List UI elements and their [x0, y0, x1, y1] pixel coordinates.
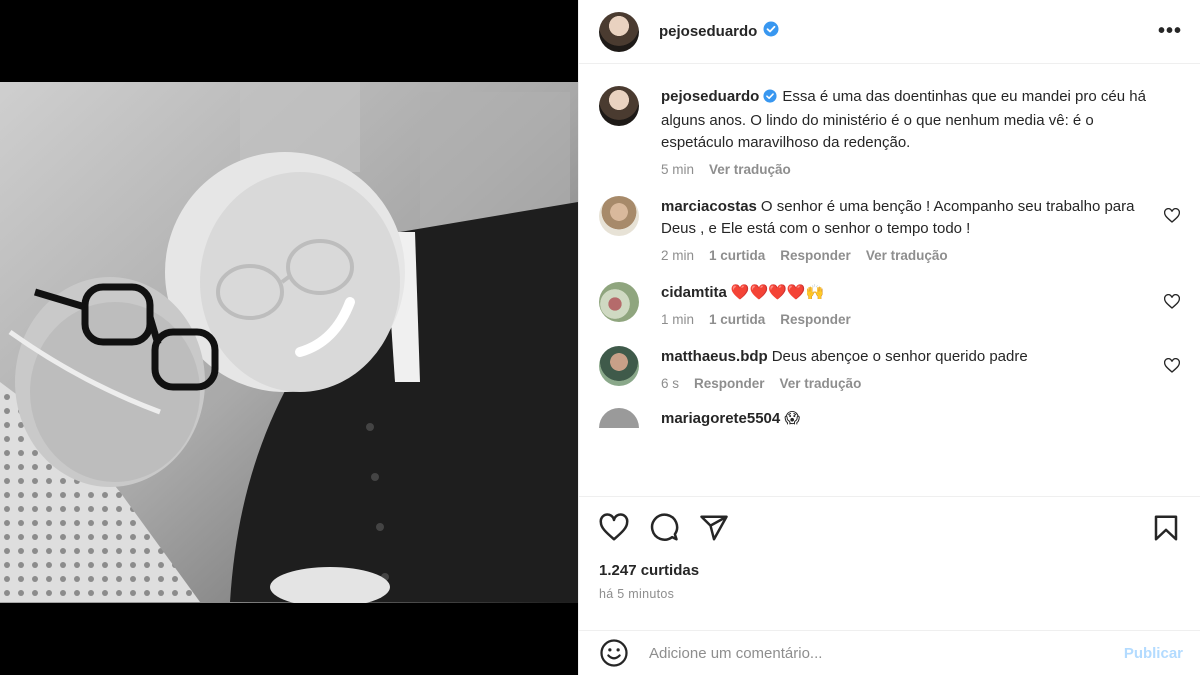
- verified-badge-icon: [763, 88, 777, 110]
- caption-time: 5 min: [661, 162, 695, 177]
- comment-like-heart-icon[interactable]: [1164, 358, 1180, 374]
- commenter-avatar[interactable]: [599, 408, 639, 428]
- comment-bubble-icon[interactable]: [649, 513, 679, 543]
- caption-username[interactable]: pejoseduardo: [661, 88, 759, 105]
- comment-username[interactable]: matthaeus.bdp: [661, 348, 768, 365]
- comment-like-heart-icon[interactable]: [1164, 294, 1180, 310]
- caption-avatar[interactable]: [599, 86, 639, 126]
- comment-reply-button[interactable]: Responder: [780, 248, 851, 263]
- post-timestamp: há 5 minutos: [599, 587, 675, 601]
- comments-list[interactable]: pejoseduardo Essa é uma das doentinhas qu…: [579, 64, 1200, 496]
- photo-illustration: [0, 82, 578, 603]
- save-bookmark-icon[interactable]: [1151, 513, 1181, 543]
- comment-likes-link[interactable]: 1 curtida: [709, 312, 765, 327]
- comment-username[interactable]: cidamtita: [661, 284, 727, 301]
- verified-badge-icon: [763, 21, 779, 42]
- post-media-area: [0, 0, 578, 675]
- comment-time: 6 s: [661, 376, 680, 391]
- emoji-smiley-icon[interactable]: [599, 638, 629, 668]
- comment-translate-link[interactable]: Ver tradução: [866, 248, 948, 263]
- author-avatar[interactable]: [599, 11, 639, 52]
- comment-item: mariagorete5504 😱: [599, 408, 1180, 428]
- caption-translate-link[interactable]: Ver tradução: [709, 162, 791, 177]
- share-paper-plane-icon[interactable]: [699, 513, 729, 543]
- comment-like-heart-icon[interactable]: [1164, 208, 1180, 224]
- post-actions: 1.247 curtidas há 5 minutos: [579, 496, 1200, 601]
- commenter-avatar[interactable]: [599, 346, 639, 386]
- comment-time: 2 min: [661, 248, 695, 263]
- post-photo[interactable]: [0, 82, 578, 603]
- comment-input[interactable]: [649, 644, 1124, 662]
- comment-text: 😱: [784, 410, 800, 427]
- comment-reply-button[interactable]: Responder: [694, 376, 765, 391]
- post-header: pejoseduardo •••: [579, 0, 1200, 64]
- comment-text: ❤️❤️❤️❤️🙌: [730, 284, 825, 301]
- publish-button[interactable]: Publicar: [1124, 645, 1183, 662]
- comment-username[interactable]: mariagorete5504: [661, 410, 780, 427]
- caption-item: pejoseduardo Essa é uma das doentinhas qu…: [599, 86, 1180, 177]
- like-heart-icon[interactable]: [599, 513, 629, 543]
- author-username[interactable]: pejoseduardo: [659, 23, 757, 40]
- comment-time: 1 min: [661, 312, 695, 327]
- comment-username[interactable]: marciacostas: [661, 198, 757, 215]
- add-comment-bar: Publicar: [579, 630, 1200, 675]
- comment-translate-link[interactable]: Ver tradução: [780, 376, 862, 391]
- commenter-avatar[interactable]: [599, 196, 639, 236]
- comment-item: marciacostas O senhor é uma benção ! Acom…: [599, 196, 1180, 263]
- instagram-post-view: pejoseduardo ••• pejoseduardo Essa é uma …: [0, 0, 1200, 675]
- comment-item: cidamtita ❤️❤️❤️❤️🙌 1 min 1 curtida Respo…: [599, 282, 1180, 327]
- comment-reply-button[interactable]: Responder: [780, 312, 851, 327]
- comment-likes-link[interactable]: 1 curtida: [709, 248, 765, 263]
- post-side-panel: pejoseduardo ••• pejoseduardo Essa é uma …: [578, 0, 1200, 675]
- comment-text: Deus abençoe o senhor querido padre: [771, 348, 1028, 365]
- more-options-button[interactable]: •••: [1158, 20, 1182, 43]
- likes-count[interactable]: 1.247 curtidas: [599, 562, 1181, 579]
- commenter-avatar[interactable]: [599, 282, 639, 322]
- comment-item: matthaeus.bdp Deus abençoe o senhor queri…: [599, 346, 1180, 391]
